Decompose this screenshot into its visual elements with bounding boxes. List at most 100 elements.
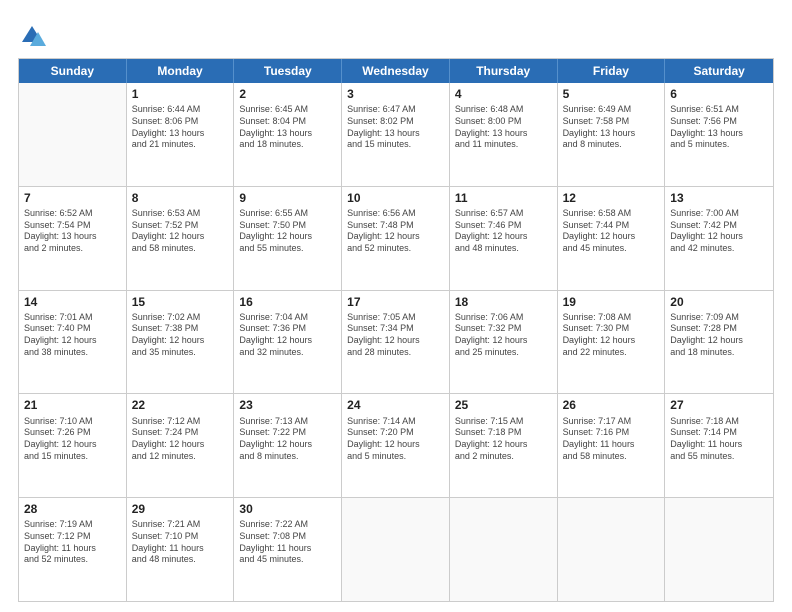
calendar-day-2: 2 Sunrise: 6:45 AM Sunset: 8:04 PM Daylig… xyxy=(234,83,342,186)
day-info: Sunrise: 7:04 AM Sunset: 7:36 PM Dayligh… xyxy=(239,312,336,359)
day-number: 22 xyxy=(132,397,229,413)
day-info: Sunrise: 7:02 AM Sunset: 7:38 PM Dayligh… xyxy=(132,312,229,359)
header-day-friday: Friday xyxy=(558,59,666,83)
day-info: Sunrise: 7:15 AM Sunset: 7:18 PM Dayligh… xyxy=(455,416,552,463)
day-info: Sunrise: 6:44 AM Sunset: 8:06 PM Dayligh… xyxy=(132,104,229,151)
day-number: 3 xyxy=(347,86,444,102)
calendar-day-20: 20 Sunrise: 7:09 AM Sunset: 7:28 PM Dayli… xyxy=(665,291,773,394)
calendar-day-3: 3 Sunrise: 6:47 AM Sunset: 8:02 PM Daylig… xyxy=(342,83,450,186)
calendar-day-11: 11 Sunrise: 6:57 AM Sunset: 7:46 PM Dayli… xyxy=(450,187,558,290)
header-day-tuesday: Tuesday xyxy=(234,59,342,83)
day-info: Sunrise: 7:21 AM Sunset: 7:10 PM Dayligh… xyxy=(132,519,229,566)
day-info: Sunrise: 6:58 AM Sunset: 7:44 PM Dayligh… xyxy=(563,208,660,255)
day-number: 21 xyxy=(24,397,121,413)
calendar-day-empty xyxy=(450,498,558,601)
day-number: 20 xyxy=(670,294,768,310)
calendar-day-4: 4Sunrise: 6:48 AM Sunset: 8:00 PM Daylig… xyxy=(450,83,558,186)
header-day-saturday: Saturday xyxy=(665,59,773,83)
day-number: 5 xyxy=(563,86,660,102)
day-number: 19 xyxy=(563,294,660,310)
day-number: 1 xyxy=(132,86,229,102)
calendar-day-19: 19 Sunrise: 7:08 AM Sunset: 7:30 PM Dayli… xyxy=(558,291,666,394)
calendar-day-empty xyxy=(665,498,773,601)
day-info: Sunrise: 6:51 AM Sunset: 7:56 PM Dayligh… xyxy=(670,104,768,151)
day-info: Sunrise: 6:57 AM Sunset: 7:46 PM Dayligh… xyxy=(455,208,552,255)
calendar-day-18: 18 Sunrise: 7:06 AM Sunset: 7:32 PM Dayli… xyxy=(450,291,558,394)
header-day-thursday: Thursday xyxy=(450,59,558,83)
calendar-day-14: 14 Sunrise: 7:01 AM Sunset: 7:40 PM Dayli… xyxy=(19,291,127,394)
calendar-day-27: 27 Sunrise: 7:18 AM Sunset: 7:14 PM Dayli… xyxy=(665,394,773,497)
day-info: Sunrise: 7:09 AM Sunset: 7:28 PM Dayligh… xyxy=(670,312,768,359)
calendar-header-row: SundayMondayTuesdayWednesdayThursdayFrid… xyxy=(19,59,773,83)
day-number: 23 xyxy=(239,397,336,413)
day-number: 25 xyxy=(455,397,552,413)
day-number: 30 xyxy=(239,501,336,517)
header-day-wednesday: Wednesday xyxy=(342,59,450,83)
calendar-day-22: 22 Sunrise: 7:12 AM Sunset: 7:24 PM Dayli… xyxy=(127,394,235,497)
day-info: Sunrise: 6:45 AM Sunset: 8:04 PM Dayligh… xyxy=(239,104,336,151)
day-number: 10 xyxy=(347,190,444,206)
day-info: Sunrise: 7:17 AM Sunset: 7:16 PM Dayligh… xyxy=(563,416,660,463)
calendar-day-16: 16 Sunrise: 7:04 AM Sunset: 7:36 PM Dayli… xyxy=(234,291,342,394)
day-number: 8 xyxy=(132,190,229,206)
day-number: 29 xyxy=(132,501,229,517)
day-number: 9 xyxy=(239,190,336,206)
calendar-day-29: 29 Sunrise: 7:21 AM Sunset: 7:10 PM Dayli… xyxy=(127,498,235,601)
day-number: 14 xyxy=(24,294,121,310)
day-info: Sunrise: 7:13 AM Sunset: 7:22 PM Dayligh… xyxy=(239,416,336,463)
calendar: SundayMondayTuesdayWednesdayThursdayFrid… xyxy=(18,58,774,602)
calendar-day-8: 8 Sunrise: 6:53 AM Sunset: 7:52 PM Daylig… xyxy=(127,187,235,290)
day-number: 11 xyxy=(455,190,552,206)
header-day-sunday: Sunday xyxy=(19,59,127,83)
day-info: Sunrise: 6:53 AM Sunset: 7:52 PM Dayligh… xyxy=(132,208,229,255)
day-number: 17 xyxy=(347,294,444,310)
calendar-day-24: 24Sunrise: 7:14 AM Sunset: 7:20 PM Dayli… xyxy=(342,394,450,497)
day-number: 13 xyxy=(670,190,768,206)
calendar-day-25: 25 Sunrise: 7:15 AM Sunset: 7:18 PM Dayli… xyxy=(450,394,558,497)
calendar-day-7: 7 Sunrise: 6:52 AM Sunset: 7:54 PM Daylig… xyxy=(19,187,127,290)
day-info: Sunrise: 6:55 AM Sunset: 7:50 PM Dayligh… xyxy=(239,208,336,255)
calendar-day-empty xyxy=(558,498,666,601)
day-info: Sunrise: 7:06 AM Sunset: 7:32 PM Dayligh… xyxy=(455,312,552,359)
day-number: 15 xyxy=(132,294,229,310)
day-number: 7 xyxy=(24,190,121,206)
calendar-day-13: 13Sunrise: 7:00 AM Sunset: 7:42 PM Dayli… xyxy=(665,187,773,290)
calendar-day-15: 15 Sunrise: 7:02 AM Sunset: 7:38 PM Dayli… xyxy=(127,291,235,394)
calendar-day-6: 6 Sunrise: 6:51 AM Sunset: 7:56 PM Daylig… xyxy=(665,83,773,186)
page: SundayMondayTuesdayWednesdayThursdayFrid… xyxy=(0,0,792,612)
calendar-day-empty xyxy=(342,498,450,601)
day-number: 16 xyxy=(239,294,336,310)
day-info: Sunrise: 7:19 AM Sunset: 7:12 PM Dayligh… xyxy=(24,519,121,566)
day-info: Sunrise: 7:10 AM Sunset: 7:26 PM Dayligh… xyxy=(24,416,121,463)
day-info: Sunrise: 6:48 AM Sunset: 8:00 PM Dayligh… xyxy=(455,104,552,151)
day-info: Sunrise: 6:47 AM Sunset: 8:02 PM Dayligh… xyxy=(347,104,444,151)
calendar-week-3: 14 Sunrise: 7:01 AM Sunset: 7:40 PM Dayli… xyxy=(19,290,773,394)
calendar-day-9: 9 Sunrise: 6:55 AM Sunset: 7:50 PM Daylig… xyxy=(234,187,342,290)
day-info: Sunrise: 7:01 AM Sunset: 7:40 PM Dayligh… xyxy=(24,312,121,359)
calendar-week-5: 28 Sunrise: 7:19 AM Sunset: 7:12 PM Dayli… xyxy=(19,497,773,601)
calendar-day-26: 26 Sunrise: 7:17 AM Sunset: 7:16 PM Dayli… xyxy=(558,394,666,497)
calendar-day-17: 17Sunrise: 7:05 AM Sunset: 7:34 PM Dayli… xyxy=(342,291,450,394)
day-number: 12 xyxy=(563,190,660,206)
day-number: 6 xyxy=(670,86,768,102)
day-info: Sunrise: 7:18 AM Sunset: 7:14 PM Dayligh… xyxy=(670,416,768,463)
calendar-week-4: 21 Sunrise: 7:10 AM Sunset: 7:26 PM Dayli… xyxy=(19,393,773,497)
calendar-day-12: 12 Sunrise: 6:58 AM Sunset: 7:44 PM Dayli… xyxy=(558,187,666,290)
day-number: 27 xyxy=(670,397,768,413)
day-number: 18 xyxy=(455,294,552,310)
day-info: Sunrise: 7:22 AM Sunset: 7:08 PM Dayligh… xyxy=(239,519,336,566)
calendar-week-1: 1 Sunrise: 6:44 AM Sunset: 8:06 PM Daylig… xyxy=(19,83,773,186)
calendar-body: 1 Sunrise: 6:44 AM Sunset: 8:06 PM Daylig… xyxy=(19,83,773,601)
day-number: 28 xyxy=(24,501,121,517)
day-number: 26 xyxy=(563,397,660,413)
logo-icon xyxy=(18,22,46,50)
calendar-day-1: 1 Sunrise: 6:44 AM Sunset: 8:06 PM Daylig… xyxy=(127,83,235,186)
calendar-day-28: 28 Sunrise: 7:19 AM Sunset: 7:12 PM Dayli… xyxy=(19,498,127,601)
calendar-day-23: 23 Sunrise: 7:13 AM Sunset: 7:22 PM Dayli… xyxy=(234,394,342,497)
day-info: Sunrise: 6:52 AM Sunset: 7:54 PM Dayligh… xyxy=(24,208,121,255)
day-info: Sunrise: 7:12 AM Sunset: 7:24 PM Dayligh… xyxy=(132,416,229,463)
day-info: Sunrise: 7:08 AM Sunset: 7:30 PM Dayligh… xyxy=(563,312,660,359)
calendar-day-5: 5Sunrise: 6:49 AM Sunset: 7:58 PM Daylig… xyxy=(558,83,666,186)
calendar-day-10: 10Sunrise: 6:56 AM Sunset: 7:48 PM Dayli… xyxy=(342,187,450,290)
day-number: 2 xyxy=(239,86,336,102)
